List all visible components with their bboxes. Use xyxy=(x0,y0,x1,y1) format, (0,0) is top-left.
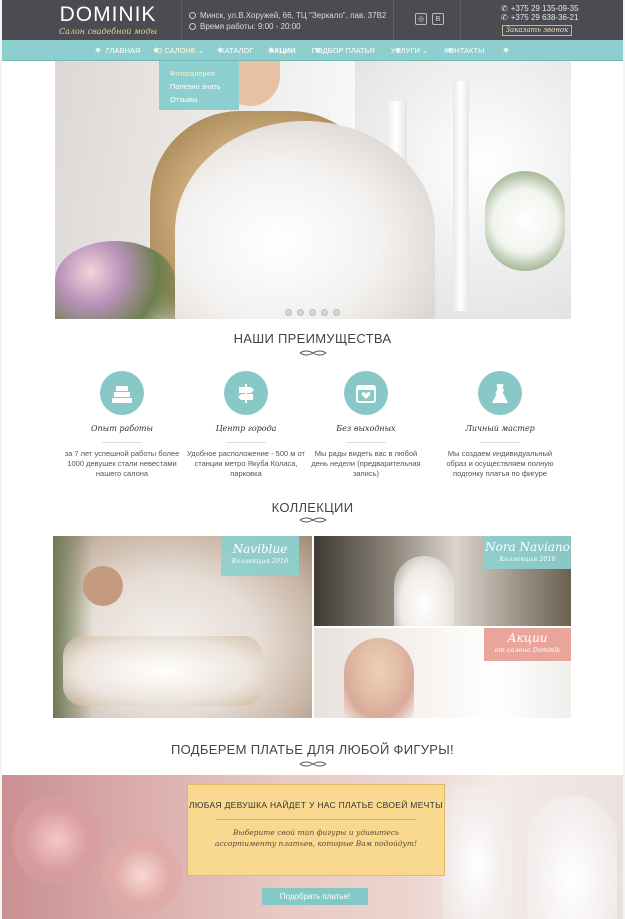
promo-title: ЛЮБАЯ ДЕВУШКА НАЙДЕТ У НАС ПЛАТЬЕ СВОЕЙ … xyxy=(189,800,443,810)
advantage-text: за 7 лет успешной работы более 1000 деву… xyxy=(64,449,180,478)
divider xyxy=(102,442,142,443)
nav-label: ГЛАВНАЯ xyxy=(106,46,141,55)
collections-title: КОЛЛЕКЦИИ xyxy=(271,500,354,515)
model-dress xyxy=(394,556,454,626)
call-request-button[interactable]: Заказать звонок xyxy=(502,25,572,36)
collection-sub: от салона Dominik xyxy=(494,646,561,654)
hero-slider[interactable] xyxy=(55,61,571,319)
ornament-icon xyxy=(299,517,327,523)
model-portrait xyxy=(344,638,414,718)
divider xyxy=(393,0,394,40)
dress-icon xyxy=(478,371,522,415)
rose-decor xyxy=(12,795,102,885)
hero-column xyxy=(453,81,469,311)
collection-sub: Коллекция 2016 xyxy=(231,557,289,565)
hero-flowers xyxy=(55,241,175,319)
address-text: Минск, ул.В.Хоружей, 66, ТЦ "Зеркало", п… xyxy=(200,11,387,20)
instagram-icon[interactable]: ◎ xyxy=(415,13,427,25)
dropdown-item-reviews[interactable]: Отзывы xyxy=(170,93,239,106)
collection-naviblue[interactable]: Naviblue Коллекция 2016 xyxy=(53,536,312,718)
nav-label: О САЛОНЕ xyxy=(156,46,196,55)
phones-block: ✆ +375 29 135-09-35 ✆ +375 29 638-36-21 xyxy=(501,4,579,22)
promo-text: Выберите свой тип фигуры и удивитесь асс… xyxy=(214,828,418,848)
nav-item-contacts[interactable]: КОНТАКТЫ xyxy=(436,40,492,61)
address-block: Минск, ул.В.Хоружей, 66, ТЦ "Зеркало", п… xyxy=(189,10,386,32)
model-head xyxy=(83,566,123,606)
vk-icon[interactable]: В xyxy=(432,13,444,25)
collection-sub: Коллекция 2016 xyxy=(499,555,556,563)
slider-dot[interactable] xyxy=(333,309,340,316)
chevron-down-icon: ⌄ xyxy=(197,46,205,55)
slider-dot[interactable] xyxy=(309,309,316,316)
collection-label: Nora Naviano Коллекция 2016 xyxy=(484,536,571,569)
cake-icon xyxy=(100,371,144,415)
collection-label: Акции от салона Dominik xyxy=(484,628,571,661)
divider xyxy=(346,442,386,443)
logo-tagline: Салон свадебной моды xyxy=(58,27,158,36)
rose-decor xyxy=(102,835,182,915)
collection-nora-naviano[interactable]: Nora Naviano Коллекция 2016 xyxy=(314,536,571,626)
clock-icon xyxy=(189,23,196,30)
collection-name: Naviblue xyxy=(232,542,288,556)
slider-dot[interactable] xyxy=(297,309,304,316)
nav-label: КАТАЛОГ xyxy=(220,46,254,55)
calendar-icon xyxy=(344,371,388,415)
hours-text: Время работы: 9:00 - 20:00 xyxy=(200,22,301,31)
divider xyxy=(226,442,266,443)
nav-item-home[interactable]: ГЛАВНАЯ xyxy=(98,40,148,61)
phone-2[interactable]: +375 29 638-36-21 xyxy=(511,13,579,22)
nav-diamond xyxy=(503,47,509,53)
advantage-title: Опыт работы xyxy=(90,424,154,433)
page: DOMINIK Салон свадебной моды Минск, ул.В… xyxy=(2,0,623,919)
figure-promo-box: ЛЮБАЯ ДЕВУШКА НАЙДЕТ У НАС ПЛАТЬЕ СВОЕЙ … xyxy=(187,784,445,876)
phone-icon: ✆ xyxy=(501,13,508,22)
bride-image xyxy=(527,795,617,919)
dropdown-item-useful[interactable]: Полезно знать xyxy=(170,80,239,93)
advantage-title: Личный мастер xyxy=(465,424,535,433)
divider xyxy=(460,0,461,40)
social-links: ◎ В xyxy=(415,13,444,25)
collection-name: Nora Naviano xyxy=(485,540,570,554)
advantage-text: Удобное расположение - 500 м от станции … xyxy=(187,449,305,478)
advantage-title: Без выходных xyxy=(336,424,396,433)
collection-name: Акции xyxy=(507,631,548,645)
signpost-icon xyxy=(224,371,268,415)
logo[interactable]: DOMINIK Салон свадебной моды xyxy=(48,3,168,37)
advantage-experience: Опыт работы за 7 лет успешной работы бол… xyxy=(62,371,182,479)
logo-name: DOMINIK xyxy=(59,3,157,26)
collection-sales[interactable]: Акции от салона Dominik xyxy=(314,628,571,718)
advantages-title: НАШИ ПРЕИМУЩЕСТВА xyxy=(233,331,392,346)
slider-dot[interactable] xyxy=(285,309,292,316)
advantage-personal-master: Личный мастер Мы создаем индивидуальный … xyxy=(440,371,560,479)
nav-item-sales[interactable]: АКЦИИ xyxy=(261,40,303,61)
advantage-no-days-off: Без выходных Мы рады видеть вас в любой … xyxy=(306,371,426,479)
ornament-icon xyxy=(299,761,327,767)
nav-item-services[interactable]: УСЛУГИ ⌄ xyxy=(383,40,436,61)
hero-white-flowers xyxy=(485,171,565,271)
collection-label: Naviblue Коллекция 2016 xyxy=(221,536,299,576)
slider-dots xyxy=(285,309,340,316)
phone-icon: ✆ xyxy=(501,4,508,13)
pick-dress-button[interactable]: Подобрать платье! xyxy=(262,888,368,905)
location-icon xyxy=(189,12,196,19)
top-header: DOMINIK Салон свадебной моды Минск, ул.В… xyxy=(2,0,623,40)
advantage-title: Центр города xyxy=(215,424,277,433)
about-dropdown: Фотогалерея Полезно знать Отзывы xyxy=(159,61,239,110)
divider xyxy=(216,819,416,820)
sofa-image xyxy=(63,636,263,706)
divider xyxy=(480,442,520,443)
ornament-icon xyxy=(299,350,327,356)
dress-rack-image xyxy=(442,785,512,919)
dropdown-item-gallery[interactable]: Фотогалерея xyxy=(170,67,239,80)
advantage-center: Центр города Удобное расположение - 500 … xyxy=(186,371,306,479)
figure-title: ПОДБЕРЕМ ПЛАТЬЕ ДЛЯ ЛЮБОЙ ФИГУРЫ! xyxy=(171,742,454,757)
slider-dot[interactable] xyxy=(321,309,328,316)
chevron-down-icon: ⌄ xyxy=(421,46,429,55)
main-nav: ГЛАВНАЯ О САЛОНЕ ⌄ КАТАЛОГ АКЦИИ ПОДБОР П… xyxy=(2,40,623,61)
advantage-text: Мы рады видеть вас в любой день недели (… xyxy=(311,449,421,478)
divider xyxy=(181,0,182,40)
phone-1[interactable]: +375 29 135-09-35 xyxy=(511,4,579,13)
nav-label: ПОДБОР ПЛАТЬЯ xyxy=(311,46,375,55)
advantage-text: Мы создаем индивидуальный образ и осущес… xyxy=(446,449,554,478)
